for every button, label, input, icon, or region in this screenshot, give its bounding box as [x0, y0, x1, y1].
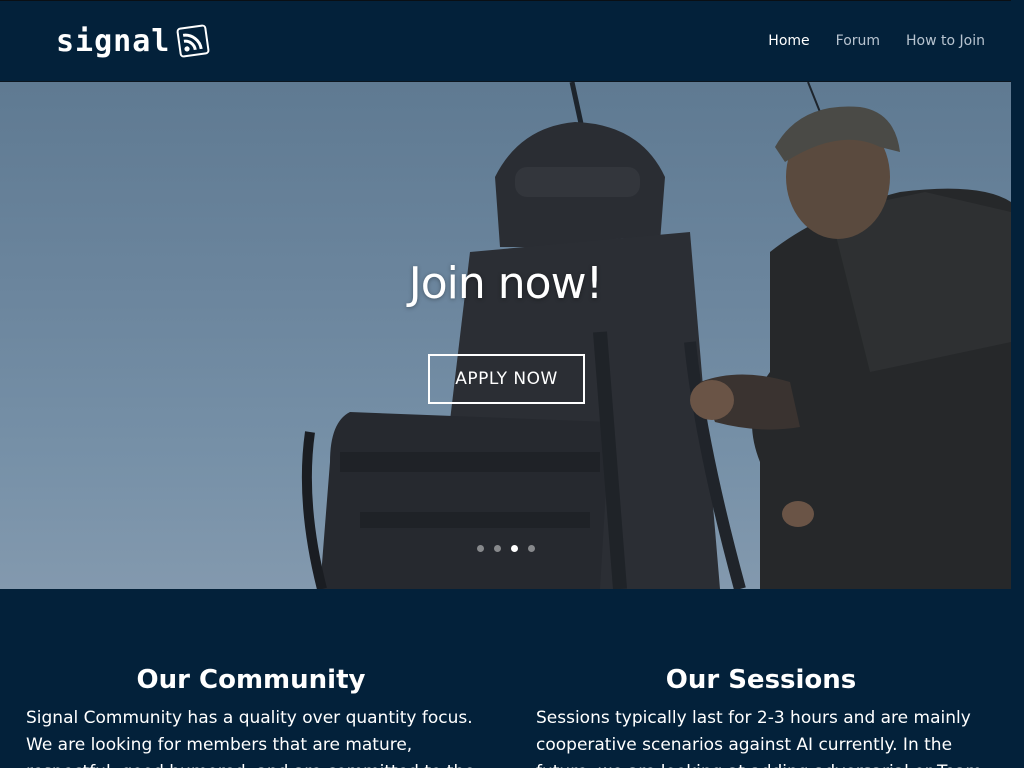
site-header: signal Home Forum How to Join: [0, 0, 1024, 82]
scrollbar-track[interactable]: [1011, 0, 1024, 768]
hero-title: Join now!: [408, 258, 603, 309]
main-nav: Home Forum How to Join: [768, 33, 985, 49]
community-column: Our Community Signal Community has a qua…: [26, 665, 476, 768]
community-heading: Our Community: [136, 665, 366, 695]
sessions-text: Sessions typically last for 2-3 hours an…: [536, 708, 982, 768]
slider-dot-4[interactable]: [528, 545, 535, 552]
rss-feed-icon: [176, 24, 210, 58]
nav-home[interactable]: Home: [768, 33, 809, 49]
nav-forum[interactable]: Forum: [836, 33, 880, 49]
apply-now-button[interactable]: APPLY NOW: [428, 354, 585, 404]
site-logo[interactable]: signal: [56, 21, 212, 61]
community-text: Signal Community has a quality over quan…: [26, 708, 475, 768]
nav-how-to-join[interactable]: How to Join: [906, 33, 985, 49]
slider-dot-2[interactable]: [494, 545, 501, 552]
logo-text: signal: [56, 23, 171, 59]
slider-dots: [477, 545, 535, 552]
slider-dot-3[interactable]: [511, 545, 518, 552]
hero-slider: Join now! APPLY NOW: [0, 82, 1011, 589]
sessions-column: Our Sessions Sessions typically last for…: [536, 665, 986, 768]
info-section: Our Community Signal Community has a qua…: [0, 589, 1011, 768]
slider-dot-1[interactable]: [477, 545, 484, 552]
hero-image: [301, 82, 1011, 589]
sessions-heading: Our Sessions: [665, 665, 857, 695]
